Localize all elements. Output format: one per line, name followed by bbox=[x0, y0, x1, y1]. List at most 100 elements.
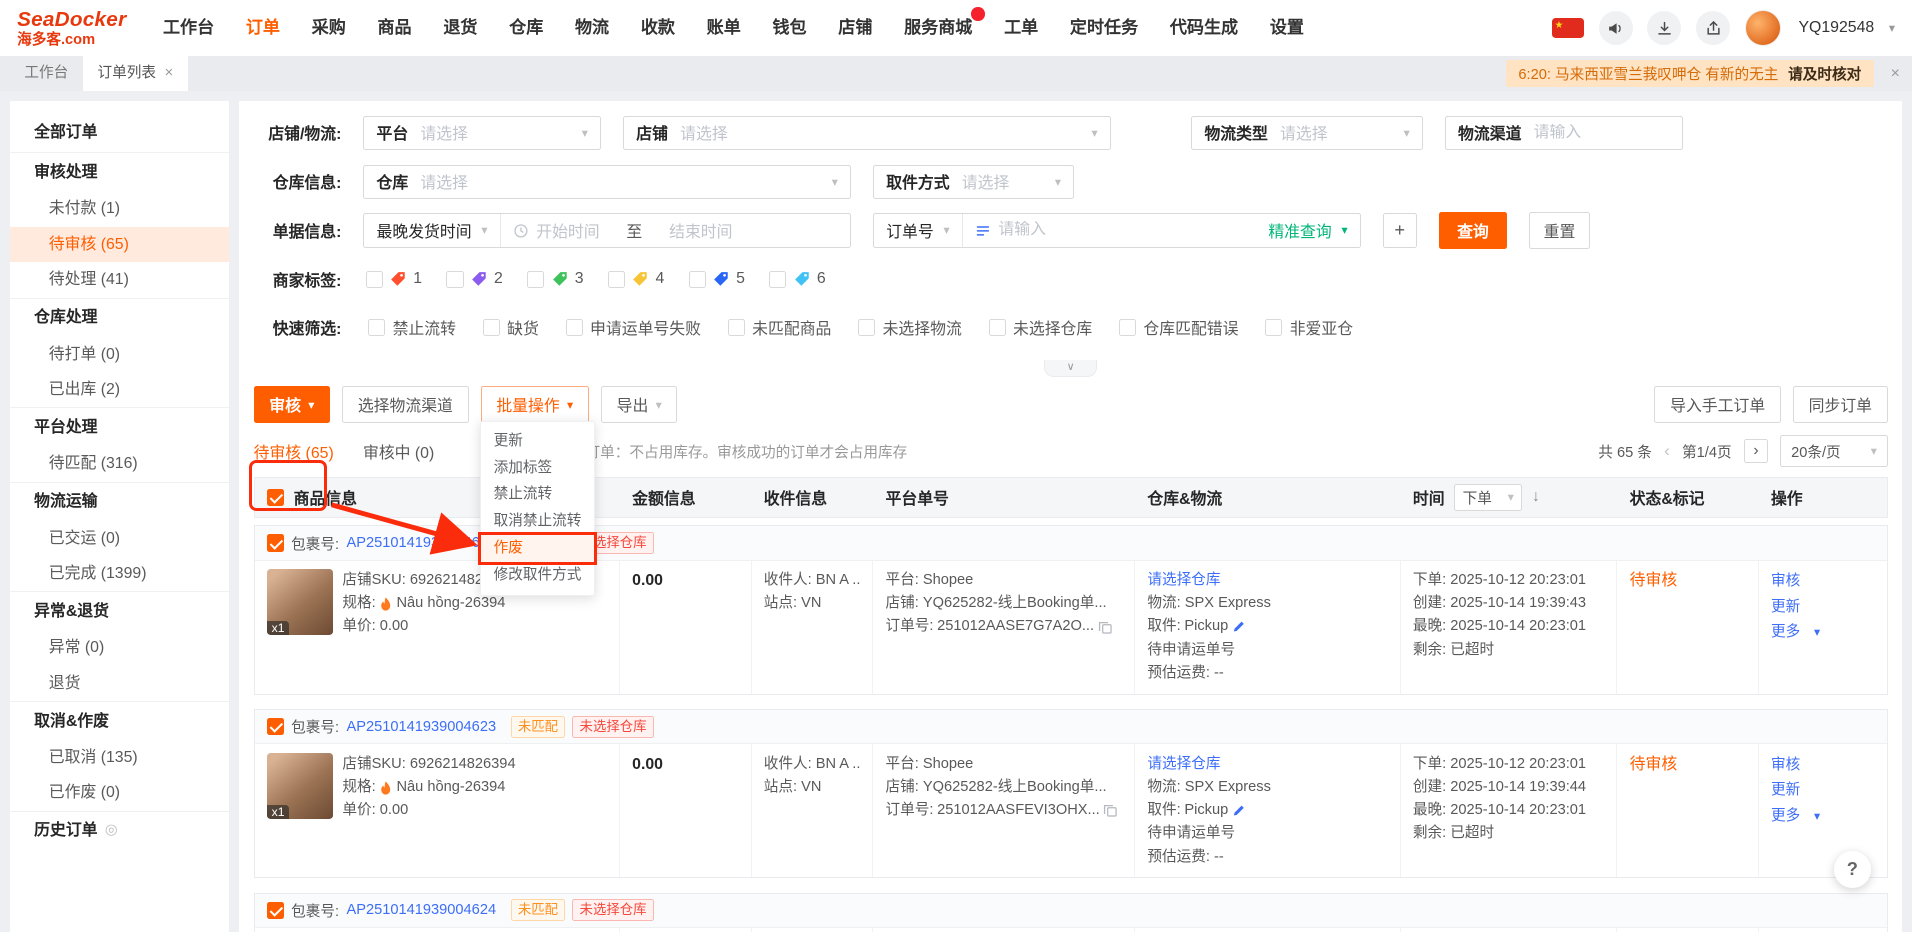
date-range-input[interactable]: 开始时间 至 结束时间 bbox=[501, 214, 850, 246]
sidebar-item-pending-handle[interactable]: 待处理 (41) bbox=[10, 262, 229, 297]
sync-orders-button[interactable]: 同步订单 bbox=[1793, 386, 1888, 423]
sidebar-group-cancel-void[interactable]: 取消&作废 bbox=[10, 701, 229, 740]
sidebar-item-outbound[interactable]: 已出库 (2) bbox=[10, 372, 229, 407]
quick-filter-waybill-failed-checkbox[interactable] bbox=[566, 319, 583, 336]
sidebar-item-completed[interactable]: 已完成 (1399) bbox=[10, 556, 229, 591]
merchant-tag-3[interactable]: 3 bbox=[527, 270, 583, 288]
sidebar-item-returns[interactable]: 退货 bbox=[10, 666, 229, 701]
batch-menu-item-update[interactable]: 更新 bbox=[481, 428, 594, 455]
package-number-link[interactable]: AP2510141939004623 bbox=[346, 719, 496, 735]
nav-scheduled-tasks[interactable]: 定时任务 bbox=[1070, 0, 1138, 56]
logo[interactable]: SeaDocker 海多客.com bbox=[17, 8, 126, 49]
sidebar-group-logistics-transport[interactable]: 物流运输 bbox=[10, 482, 229, 521]
logistics-type-select[interactable]: 物流类型 请选择 ▾ bbox=[1191, 116, 1423, 150]
product-image[interactable]: x1 bbox=[267, 753, 333, 819]
batch-menu-item-add-tag[interactable]: 添加标签 bbox=[481, 455, 594, 482]
quick-filter-forbid-flow-checkbox[interactable] bbox=[368, 319, 385, 336]
platform-select[interactable]: 平台 请选择 ▾ bbox=[363, 116, 601, 150]
order-number-input[interactable] bbox=[998, 221, 1261, 239]
quick-filter-waybill-failed[interactable]: 申请运单号失败 bbox=[566, 316, 701, 339]
collapse-filters-button[interactable]: ∨ bbox=[1044, 360, 1098, 377]
search-button[interactable]: 查询 bbox=[1439, 212, 1507, 249]
sidebar-group-history-orders[interactable]: 历史订单 ◎ bbox=[10, 811, 229, 850]
more-link[interactable]: 更多 ▾ bbox=[1771, 620, 1875, 646]
batch-menu-item-modify-pickup[interactable]: 修改取件方式 bbox=[481, 562, 594, 589]
nav-logistics[interactable]: 物流 bbox=[575, 0, 609, 56]
nav-purchase[interactable]: 采购 bbox=[312, 0, 346, 56]
copy-icon[interactable] bbox=[1098, 620, 1113, 635]
quick-filter-out-of-stock[interactable]: 缺货 bbox=[483, 316, 539, 339]
language-flag-button[interactable]: ★ bbox=[1552, 18, 1584, 39]
sort-direction-icon[interactable]: ↓ bbox=[1532, 488, 1540, 506]
nav-payments[interactable]: 收款 bbox=[641, 0, 675, 56]
nav-workbench[interactable]: 工作台 bbox=[163, 0, 214, 56]
quick-filter-non-aiya-warehouse-checkbox[interactable] bbox=[1265, 319, 1282, 336]
quick-filter-warehouse-mismatch[interactable]: 仓库匹配错误 bbox=[1119, 316, 1238, 339]
package-number-link[interactable]: AP2510141939004624 bbox=[346, 902, 496, 918]
sidebar-item-all-orders[interactable]: 全部订单 bbox=[10, 113, 229, 152]
sidebar-item-voided[interactable]: 已作废 (0) bbox=[10, 775, 229, 810]
help-button[interactable]: ? bbox=[1834, 851, 1871, 888]
choose-warehouse-link[interactable]: 请选择仓库 bbox=[1147, 753, 1220, 776]
prev-page-button[interactable]: ‹ bbox=[1664, 441, 1670, 461]
sidebar-item-cancelled[interactable]: 已取消 (135) bbox=[10, 740, 229, 775]
import-manual-order-button[interactable]: 导入手工订单 bbox=[1654, 386, 1780, 423]
avatar[interactable] bbox=[1745, 10, 1782, 47]
merchant-tag-1[interactable]: 1 bbox=[366, 270, 422, 288]
logistics-channel-field[interactable]: 物流渠道 bbox=[1445, 116, 1683, 150]
batch-menu-item-forbid-flow[interactable]: 禁止流转 bbox=[481, 481, 594, 508]
tab-in-review[interactable]: 审核中 (0) bbox=[363, 440, 434, 463]
quick-filter-unmatched-product-checkbox[interactable] bbox=[728, 319, 745, 336]
sidebar-group-platform-processing[interactable]: 平台处理 bbox=[10, 407, 229, 446]
sidebar-group-review-processing[interactable]: 审核处理 bbox=[10, 152, 229, 191]
nav-service-mall[interactable]: 服务商城 bbox=[904, 0, 972, 56]
audit-link[interactable]: 审核 bbox=[1771, 569, 1875, 595]
quick-filter-unmatched-product[interactable]: 未匹配商品 bbox=[728, 316, 832, 339]
nav-products[interactable]: 商品 bbox=[378, 0, 412, 56]
sidebar-item-delivered[interactable]: 已交运 (0) bbox=[10, 521, 229, 556]
nav-settings[interactable]: 设置 bbox=[1270, 0, 1304, 56]
nav-wallet[interactable]: 钱包 bbox=[772, 0, 806, 56]
time-sort-field-select[interactable]: 下单 ▾ bbox=[1454, 484, 1522, 511]
sidebar-item-abnormal[interactable]: 异常 (0) bbox=[10, 630, 229, 665]
batch-actions-button[interactable]: 批量操作 ▾ bbox=[481, 386, 589, 423]
multi-line-input-icon[interactable] bbox=[975, 223, 991, 239]
row-checkbox[interactable] bbox=[267, 534, 284, 551]
update-link[interactable]: 更新 bbox=[1771, 778, 1875, 804]
merchant-tag-3-checkbox[interactable] bbox=[527, 271, 544, 288]
sidebar-item-unpaid[interactable]: 未付款 (1) bbox=[10, 191, 229, 226]
merchant-tag-6[interactable]: 6 bbox=[769, 270, 825, 288]
sidebar-item-pending-review[interactable]: 待审核 (65) bbox=[10, 227, 229, 262]
download-button[interactable] bbox=[1647, 11, 1681, 45]
precise-search-toggle[interactable]: 精准查询 ▾ bbox=[1268, 219, 1347, 242]
quick-filter-no-warehouse[interactable]: 未选择仓库 bbox=[989, 316, 1093, 339]
batch-menu-item-cancel-forbid-flow[interactable]: 取消禁止流转 bbox=[481, 508, 594, 535]
product-image[interactable]: x1 bbox=[267, 569, 333, 635]
export-button[interactable]: 导出 ▾ bbox=[601, 386, 677, 423]
merchant-tag-5-checkbox[interactable] bbox=[689, 271, 706, 288]
nav-bills[interactable]: 账单 bbox=[707, 0, 741, 56]
nav-shops[interactable]: 店铺 bbox=[838, 0, 872, 56]
merchant-tag-2-checkbox[interactable] bbox=[446, 271, 463, 288]
quick-filter-out-of-stock-checkbox[interactable] bbox=[483, 319, 500, 336]
nav-work-orders[interactable]: 工单 bbox=[1004, 0, 1038, 56]
announcement-button[interactable] bbox=[1599, 11, 1633, 45]
tab-workbench[interactable]: 工作台 bbox=[10, 56, 83, 91]
merchant-tag-5[interactable]: 5 bbox=[689, 270, 745, 288]
choose-logistics-channel-button[interactable]: 选择物流渠道 bbox=[342, 386, 468, 423]
edit-icon[interactable] bbox=[1232, 620, 1245, 633]
nav-warehouse[interactable]: 仓库 bbox=[509, 0, 543, 56]
warehouse-select[interactable]: 仓库 请选择 ▾ bbox=[363, 165, 851, 199]
logistics-channel-input[interactable] bbox=[1534, 124, 1670, 142]
edit-icon[interactable] bbox=[1232, 804, 1245, 817]
merchant-tag-6-checkbox[interactable] bbox=[769, 271, 786, 288]
sidebar-item-to-print[interactable]: 待打单 (0) bbox=[10, 337, 229, 372]
sidebar-item-to-match[interactable]: 待匹配 (316) bbox=[10, 446, 229, 481]
audit-link[interactable]: 审核 bbox=[1771, 753, 1875, 779]
order-number-field-select[interactable]: 订单号 ▾ bbox=[874, 214, 962, 246]
choose-warehouse-link[interactable]: 请选择仓库 bbox=[1147, 569, 1220, 592]
notice-close-icon[interactable]: × bbox=[1891, 65, 1900, 83]
add-filter-button[interactable]: + bbox=[1383, 213, 1417, 247]
tab-close-icon[interactable]: × bbox=[165, 56, 174, 91]
audit-button[interactable]: 审核 ▾ bbox=[254, 386, 330, 423]
